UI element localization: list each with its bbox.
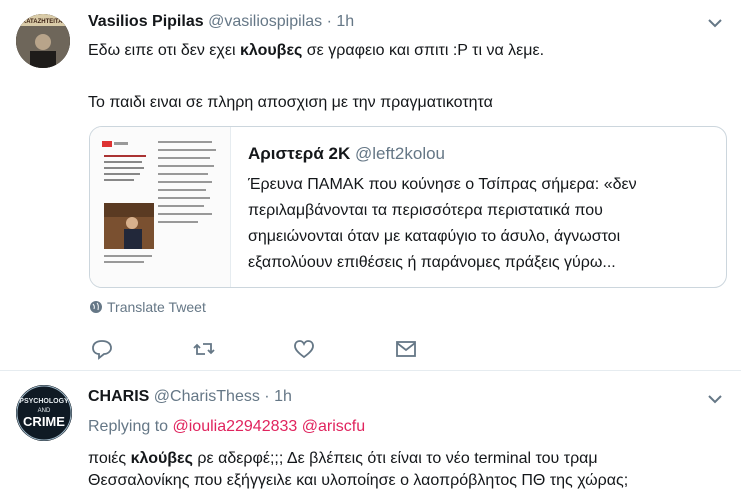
- tweet-actions: [88, 338, 418, 360]
- reply-icon[interactable]: [90, 338, 114, 360]
- timestamp[interactable]: 1h: [336, 13, 354, 30]
- author-name[interactable]: CHARIS: [88, 388, 149, 405]
- chevron-down-icon[interactable]: [707, 391, 723, 407]
- tweet-header: CHARIS @CharisThess · 1h: [88, 388, 292, 406]
- tweet-vasilios[interactable]: ΚΑΤΑΖΗΤΕΙΤΑΙ Vasilios Pipilas @vasiliosp…: [0, 0, 741, 370]
- quoted-tweet-text: Έρευνα ΠΑΜΑΚ που κούνησε ο Τσίπρας σήμερ…: [248, 176, 637, 271]
- quoted-tweet-thumbnail[interactable]: [90, 127, 231, 287]
- replying-to: Replying to @ioulia22942833 @ariscfu: [88, 418, 365, 436]
- quoted-author-name[interactable]: Αριστερά 2Κ: [248, 144, 350, 163]
- author-handle[interactable]: @CharisThess: [154, 388, 260, 405]
- highlight-word: κλουβες: [239, 42, 303, 59]
- timestamp[interactable]: 1h: [274, 388, 292, 405]
- author-name[interactable]: Vasilios Pipilas: [88, 13, 204, 30]
- tweet-text-line: Εδω ειπε οτι δεν εχει κλουβες σε γραφειο…: [88, 42, 545, 59]
- globe-icon: [90, 301, 102, 313]
- tweet-text-line: ποιές κλούβες ρε αδερφέ;;; Δε βλέπεις ότ…: [88, 450, 598, 467]
- quoted-tweet[interactable]: Αριστερά 2Κ @left2kolou Έρευνα ΠΑΜΑΚ που…: [89, 126, 727, 288]
- avatar-caption: ΚΑΤΑΖΗΤΕΙΤΑΙ: [22, 19, 65, 25]
- avatar-caption: CRIME: [23, 414, 65, 429]
- tweet-header: Vasilios Pipilas @vasiliospipilas · 1h: [88, 13, 354, 31]
- mention-link[interactable]: @ioulia22942833: [173, 418, 298, 435]
- tweet-text-line: Θεσσαλονίκης που εξήγγειλε και υλοποίησε…: [88, 472, 629, 489]
- avatar-caption: PSYCHOLOGY: [19, 398, 69, 405]
- avatar[interactable]: ΚΑΤΑΖΗΤΕΙΤΑΙ: [16, 14, 70, 68]
- separator-dot: ·: [326, 13, 332, 30]
- translate-tweet-link[interactable]: Translate Tweet: [89, 299, 206, 315]
- author-handle[interactable]: @vasiliospipilas: [208, 13, 322, 30]
- message-icon[interactable]: [394, 338, 418, 360]
- quoted-author-handle[interactable]: @left2kolou: [355, 144, 445, 163]
- avatar[interactable]: PSYCHOLOGY AND CRIME: [16, 385, 72, 441]
- like-icon[interactable]: [292, 338, 316, 360]
- chevron-down-icon[interactable]: [707, 15, 723, 31]
- mention-link[interactable]: @ariscfu: [302, 418, 365, 435]
- highlight-word: κλούβες: [130, 450, 193, 467]
- tweet-text-line: Το παιδι ειναι σε πληρη αποσχιση με την …: [88, 94, 493, 111]
- separator-dot: ·: [264, 388, 270, 405]
- quoted-tweet-header: Αριστερά 2Κ @left2kolou: [248, 144, 445, 164]
- retweet-icon[interactable]: [192, 338, 216, 360]
- replying-label: Replying to: [88, 418, 169, 435]
